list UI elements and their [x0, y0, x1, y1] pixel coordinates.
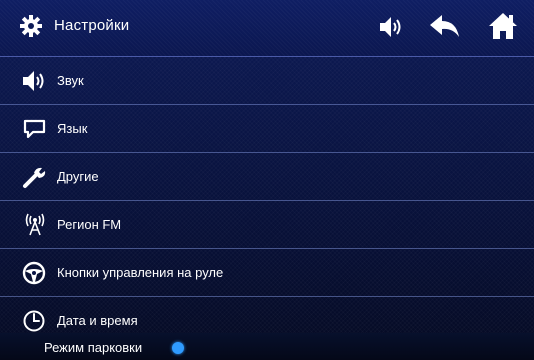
back-arrow-icon	[430, 15, 459, 37]
menu-item-label: Дата и время	[57, 313, 138, 328]
menu-item-sound[interactable]: Звук	[0, 57, 534, 105]
settings-menu: Звук Язык Другие Регион FM Кнопки управл…	[0, 57, 534, 345]
parking-mode-label: Режим парковки	[44, 340, 143, 355]
menu-item-steering-controls[interactable]: Кнопки управления на руле	[0, 249, 534, 297]
menu-item-label: Другие	[57, 169, 99, 184]
menu-item-label: Кнопки управления на руле	[57, 265, 224, 280]
parking-mode-toggle[interactable]	[172, 342, 184, 354]
menu-item-label: Язык	[57, 121, 88, 136]
menu-item-fm-region[interactable]: Регион FM	[0, 201, 534, 249]
home-button[interactable]	[488, 11, 518, 41]
clock-icon	[22, 309, 48, 333]
home-icon	[489, 13, 517, 39]
page-title: Настройки	[54, 17, 130, 34]
settings-screen: Настройки Звук Язык Другие Регион FM Кно…	[0, 0, 534, 360]
menu-item-language[interactable]: Язык	[0, 105, 534, 153]
antenna-icon	[22, 213, 48, 237]
speech-bubble-icon	[22, 117, 48, 141]
parking-mode-row: Режим парковки	[0, 333, 534, 360]
menu-item-label: Регион FM	[57, 217, 122, 232]
gear-icon	[20, 15, 42, 37]
menu-item-other[interactable]: Другие	[0, 153, 534, 201]
header-bar: Настройки	[0, 0, 534, 57]
wrench-icon	[22, 165, 48, 189]
back-button[interactable]	[428, 13, 462, 41]
volume-icon	[380, 17, 401, 37]
speaker-icon	[22, 69, 48, 93]
steering-wheel-icon	[22, 261, 48, 285]
volume-button[interactable]	[378, 14, 406, 40]
menu-item-label: Звук	[57, 73, 84, 88]
